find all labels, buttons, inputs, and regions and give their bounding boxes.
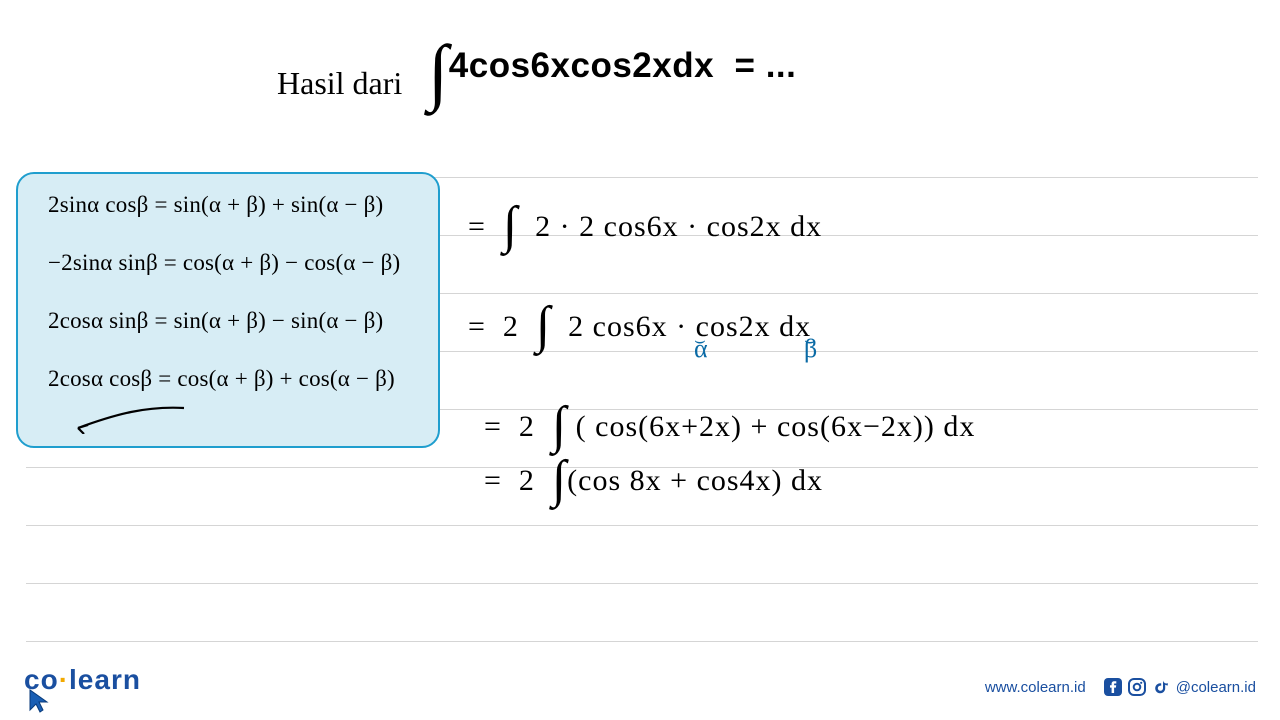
facebook-icon (1104, 678, 1122, 696)
swoosh-arrow-icon (66, 404, 196, 434)
social-icons: @colearn.id (1104, 678, 1256, 696)
alpha-hint: α (694, 334, 708, 364)
identity-box: 2sinα cosβ = sin(α + β) + sin(α − β) −2s… (16, 172, 440, 448)
footer: co·learn www.colearn.id @colearn.id (24, 664, 1256, 696)
work-line-4: = 2 ∫(cos 8x + cos4x) dx (484, 444, 823, 503)
logo-dot-icon: · (59, 664, 69, 695)
page: Hasil dari ∫4cos6xcos2xdx = ... 2sinα co… (0, 0, 1280, 720)
footer-url: www.colearn.id (985, 679, 1086, 696)
beta-hint: β (804, 334, 817, 364)
identity-row-1: 2sinα cosβ = sin(α + β) + sin(α − β) (48, 192, 420, 218)
tiktok-icon (1152, 678, 1170, 696)
title-prefix: Hasil dari (277, 65, 402, 102)
cursor-icon (28, 688, 50, 714)
integrand: 4cos6xcos2xdx (449, 46, 714, 85)
work-line-3: = 2 ∫ ( cos(6x+2x) + cos(6x−2x)) dx (484, 390, 975, 449)
footer-right: www.colearn.id @colearn.id (985, 678, 1256, 696)
identity-row-3: 2cosα sinβ = sin(α + β) − sin(α − β) (48, 308, 420, 334)
work-line-1: = ∫ 2 · 2 cos6x · cos2x dx (468, 190, 822, 249)
identity-row-4: 2cosα cosβ = cos(α + β) + cos(α − β) (48, 366, 420, 392)
identity-row-2: −2sinα sinβ = cos(α + β) − cos(α − β) (48, 250, 420, 276)
work-line-2: = 2 ∫ 2 cos6x · cos2x dx (468, 290, 811, 349)
instagram-icon (1128, 678, 1146, 696)
title-integral: ∫4cos6xcos2xdx = ... (428, 46, 796, 86)
equals-dots: = ... (735, 46, 797, 85)
logo-right: learn (69, 664, 141, 695)
footer-handle: @colearn.id (1176, 679, 1256, 696)
